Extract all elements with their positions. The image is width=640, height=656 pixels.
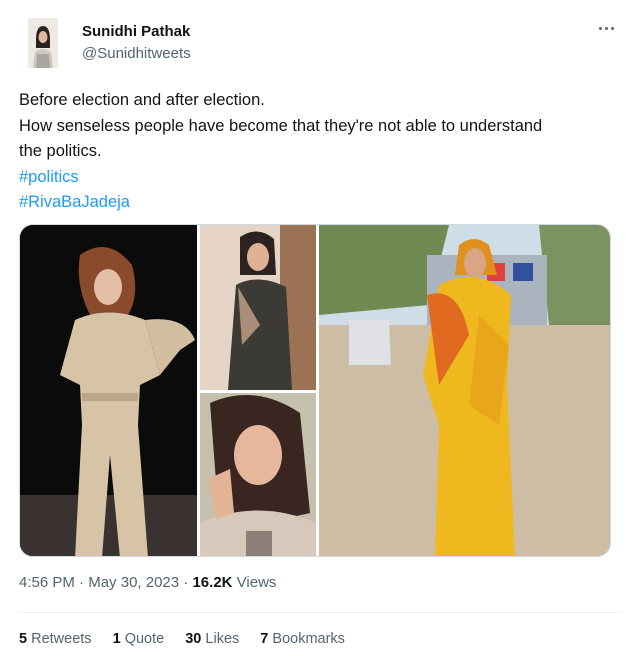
engagement-stats: 5 Retweets 1 Quote 30 Likes 7 Bookmarks xyxy=(19,631,362,647)
woman-sequin-dress-photo[interactable] xyxy=(200,225,316,390)
quotes-count: 1 xyxy=(112,631,121,647)
author-handle[interactable]: @Sunidhitweets xyxy=(82,45,191,62)
divider xyxy=(19,612,621,613)
tweet-header: Sunidhi Pathak @Sunidhitweets xyxy=(20,14,620,70)
likes-label: Likes xyxy=(205,631,240,647)
bookmarks-label: Bookmarks xyxy=(272,631,345,647)
views-count: 16.2K xyxy=(192,574,233,591)
tweet-text: Before election and after election. How … xyxy=(19,88,619,216)
retweets-count: 5 xyxy=(19,631,28,647)
bookmarks-count: 7 xyxy=(260,631,269,647)
bookmarks-stat[interactable]: 7 Bookmarks xyxy=(260,631,345,647)
quotes-label: Quote xyxy=(124,631,165,647)
tweet-date[interactable]: May 30, 2023 xyxy=(88,574,179,591)
tweet-text-line: Before election and after election. xyxy=(19,91,265,109)
tweet-time[interactable]: 4:56 PM xyxy=(19,574,75,591)
media-grid xyxy=(19,224,611,557)
more-options-icon[interactable] xyxy=(594,16,618,40)
woman-selfie-photo[interactable] xyxy=(200,393,316,556)
likes-count: 30 xyxy=(185,631,202,647)
woman-beige-jumpsuit-photo[interactable] xyxy=(20,225,197,556)
hashtag-link[interactable]: #politics xyxy=(19,165,619,191)
woman-yellow-saree-voting-photo[interactable] xyxy=(319,225,610,556)
hashtag-link[interactable]: #RivaBaJadeja xyxy=(19,190,619,216)
tweet-meta: 4:56 PM · May 30, 2023 · 16.2K Views xyxy=(19,574,276,591)
retweets-label: Retweets xyxy=(31,631,92,647)
retweets-stat[interactable]: 5 Retweets xyxy=(19,631,92,647)
avatar[interactable] xyxy=(28,18,58,68)
meta-separator: · xyxy=(79,574,85,591)
views-label: Views xyxy=(236,574,277,591)
meta-separator: · xyxy=(183,574,189,591)
tweet-text-line: the politics. xyxy=(19,142,102,160)
tweet-text-line: How senseless people have become that th… xyxy=(19,116,543,135)
likes-stat[interactable]: 30 Likes xyxy=(185,631,239,647)
tweet-card: Sunidhi Pathak @Sunidhitweets Before ele… xyxy=(0,0,640,656)
quotes-stat[interactable]: 1 Quote xyxy=(113,631,165,647)
author-name[interactable]: Sunidhi Pathak xyxy=(82,23,190,40)
